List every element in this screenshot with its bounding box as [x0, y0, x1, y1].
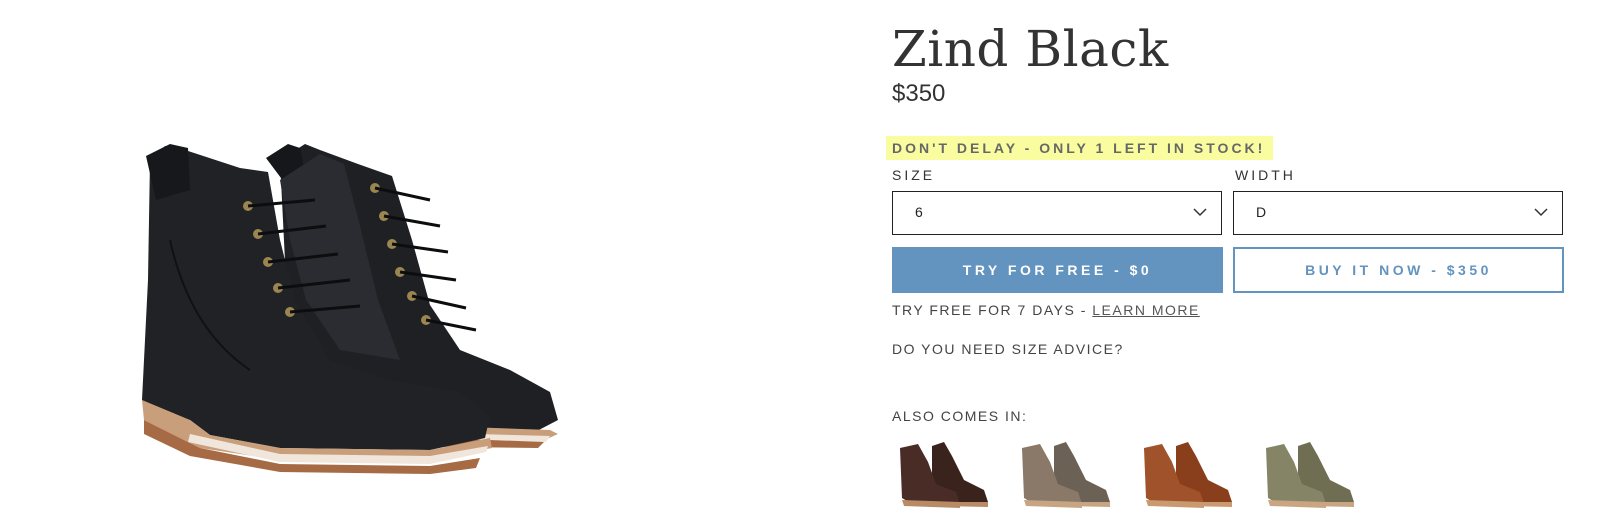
also-comes-in-label: ALSO COMES IN: — [892, 408, 1028, 424]
olive-boot-swatch-icon — [1266, 442, 1354, 508]
width-label: WIDTH — [1235, 167, 1296, 183]
stock-alert: DON'T DELAY - ONLY 1 LEFT IN STOCK! — [886, 136, 1274, 160]
width-select[interactable]: D — [1233, 191, 1563, 235]
taupe-boot-swatch-icon — [1022, 442, 1110, 508]
dark-brown-boot-swatch-icon — [900, 442, 988, 508]
trial-note: TRY FREE FOR 7 DAYS - LEARN MORE — [892, 302, 1200, 318]
size-label: SIZE — [892, 167, 936, 183]
trial-text: TRY FREE FOR 7 DAYS - — [892, 302, 1093, 318]
cognac-boot-swatch-icon — [1144, 442, 1232, 508]
product-title: Zind Black — [892, 20, 1169, 78]
product-price: $350 — [892, 80, 946, 107]
size-select[interactable]: 6 — [892, 191, 1222, 235]
learn-more-link[interactable]: LEARN MORE — [1092, 302, 1200, 318]
try-for-free-button[interactable]: TRY FOR FREE - $0 — [892, 247, 1223, 293]
variant-cognac[interactable] — [1136, 440, 1240, 512]
product-image — [0, 0, 860, 532]
variant-taupe[interactable] — [1014, 440, 1118, 512]
product-details: Zind Black $350 DON'T DELAY - ONLY 1 LEF… — [886, 0, 1572, 532]
chevron-down-icon — [1193, 208, 1207, 217]
variant-olive[interactable] — [1258, 440, 1362, 512]
size-select-value: 6 — [915, 204, 923, 220]
chevron-down-icon — [1534, 208, 1548, 217]
boot-pair-image — [142, 144, 558, 474]
variant-dark-brown[interactable] — [892, 440, 996, 512]
buy-it-now-button[interactable]: BUY IT NOW - $350 — [1233, 247, 1564, 293]
width-select-value: D — [1256, 204, 1267, 220]
size-advice-link[interactable]: DO YOU NEED SIZE ADVICE? — [892, 341, 1124, 357]
